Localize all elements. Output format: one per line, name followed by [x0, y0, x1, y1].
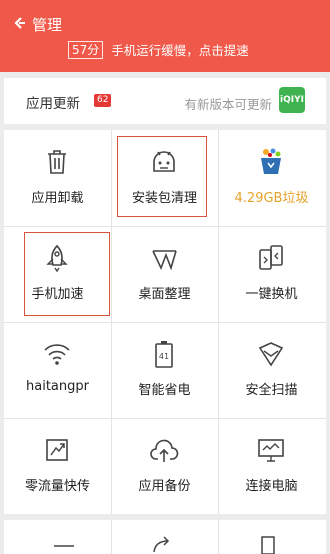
junk-bin-icon: [261, 148, 281, 174]
desktop-tidy-icon: [152, 250, 177, 271]
tool-connect-pc[interactable]: 连接电脑: [218, 418, 325, 514]
cloud-upload-icon: [150, 439, 179, 462]
phone-switch-icon: [259, 245, 283, 270]
top-bar: 管理 57分 手机运行缓慢，点击提速: [0, 0, 330, 72]
tool-power-saving[interactable]: 41 智能省电: [111, 322, 218, 418]
monitor-icon: [258, 439, 284, 462]
highlight-frame: [117, 136, 207, 217]
share-arrow-icon[interactable]: [150, 534, 174, 554]
tool-label: 连接电脑: [245, 479, 298, 494]
battery-icon: 41: [155, 341, 173, 368]
app-updates-row[interactable]: 应用更新 62 有新版本可更新 iQIYI: [4, 78, 326, 124]
tool-label: 一键换机: [245, 287, 298, 302]
tool-label: haitangpr: [26, 379, 89, 394]
speed-up-text: 手机运行缓慢，点击提速: [111, 43, 249, 58]
app-updates-label: 应用更新: [26, 96, 80, 112]
battery-level: 41: [159, 352, 169, 361]
divider: [111, 520, 112, 554]
tool-label: 4.29GB垃圾: [234, 191, 309, 206]
divider: [218, 520, 219, 554]
updates-count-badge: 62: [94, 94, 112, 107]
tool-label: 桌面整理: [138, 287, 191, 302]
tool-app-backup[interactable]: 应用备份: [111, 418, 218, 514]
updates-hint: 有新版本可更新: [184, 97, 272, 112]
tools-grid: 应用卸载 安装包清理 4.29GB垃圾 手机加速 桌面整理 一键换机 haita…: [4, 130, 326, 514]
tool-label: 智能省电: [138, 383, 191, 398]
tool-wifi[interactable]: haitangpr: [4, 322, 111, 418]
more-tools-row: [4, 520, 326, 554]
iqiyi-app-icon: iQIYI: [279, 87, 305, 113]
tool-phone-switch[interactable]: 一键换机: [218, 226, 325, 322]
device-icon[interactable]: [258, 534, 278, 554]
trash-icon: [48, 150, 66, 174]
wifi-icon: [44, 344, 70, 365]
tool-uninstall-apps[interactable]: 应用卸载: [4, 130, 111, 226]
zero-traffic-icon: [46, 439, 68, 461]
speed-up-banner[interactable]: 57分 手机运行缓慢，点击提速: [68, 40, 249, 59]
back-arrow-icon[interactable]: [12, 16, 26, 30]
highlight-frame: [24, 232, 110, 316]
tool-junk-cleanup[interactable]: 4.29GB垃圾: [218, 130, 325, 226]
tool-security-scan[interactable]: 安全扫描: [218, 322, 325, 418]
tool-label: 零流量快传: [24, 479, 90, 494]
tool-desktop-organize[interactable]: 桌面整理: [111, 226, 218, 322]
list-icon[interactable]: [52, 540, 76, 554]
tool-label: 安全扫描: [245, 383, 298, 398]
page-title: 管理: [32, 16, 63, 34]
phone-score: 57分: [68, 40, 104, 59]
tool-label: 应用备份: [138, 479, 191, 494]
tool-zero-traffic-transfer[interactable]: 零流量快传: [4, 418, 111, 514]
tool-label: 应用卸载: [31, 191, 84, 206]
shield-icon: [258, 342, 284, 367]
